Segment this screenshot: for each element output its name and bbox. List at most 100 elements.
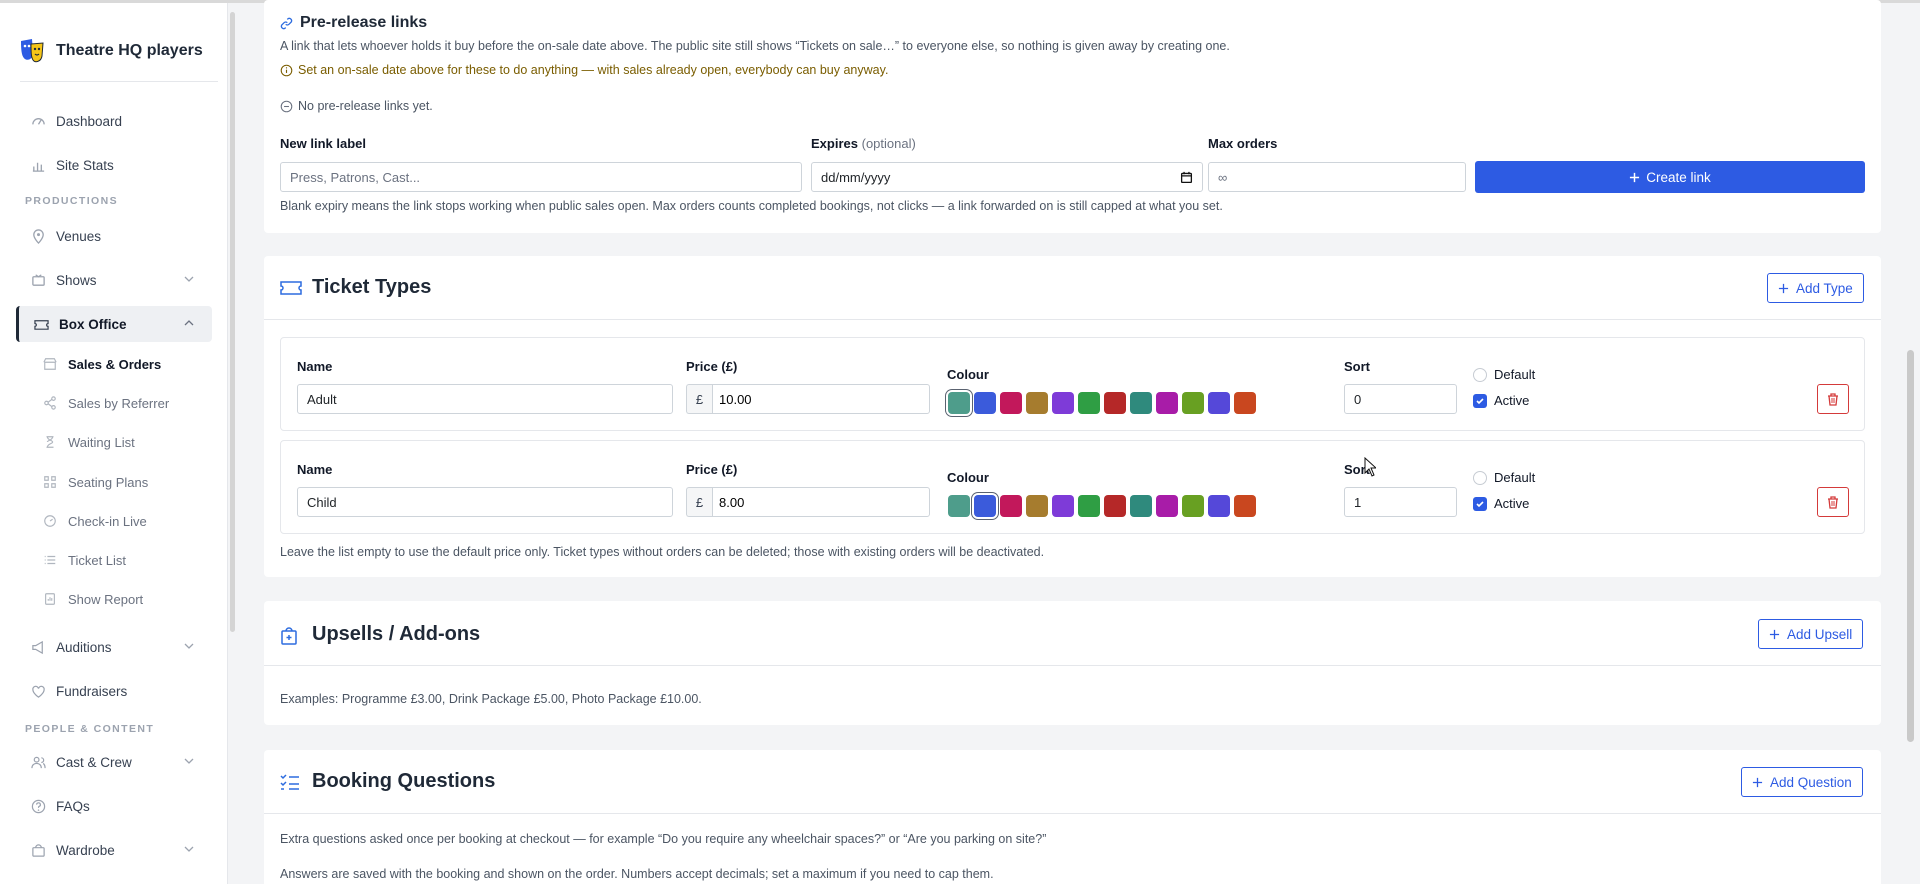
card-divider <box>264 665 1881 666</box>
plus-icon <box>1630 172 1640 182</box>
colour-swatch[interactable] <box>1208 392 1230 414</box>
info-icon <box>280 64 293 76</box>
booking-questions-note: Answers are saved with the booking and s… <box>280 867 994 881</box>
colour-swatch[interactable] <box>974 495 996 517</box>
colour-swatch[interactable] <box>1026 392 1048 414</box>
expires-date-input[interactable]: dd/mm/yyyy <box>811 162 1203 192</box>
colour-swatch[interactable] <box>1052 495 1074 517</box>
sidebar-item-shows[interactable]: Shows <box>16 262 212 298</box>
colour-swatch[interactable] <box>1104 495 1126 517</box>
sidebar-item-venues[interactable]: Venues <box>16 218 212 254</box>
colour-swatch[interactable] <box>1130 392 1152 414</box>
colour-swatch[interactable] <box>1052 392 1074 414</box>
sidebar-item-cast-crew[interactable]: Cast & Crew <box>16 744 212 780</box>
prerelease-warning: Set an on-sale date above for these to d… <box>280 63 888 77</box>
ticket-name-input[interactable] <box>297 384 673 414</box>
colour-swatch[interactable] <box>1156 392 1178 414</box>
checklist-icon <box>280 771 302 793</box>
colour-swatch[interactable] <box>1130 495 1152 517</box>
colour-swatch[interactable] <box>1234 495 1256 517</box>
hourglass-icon <box>42 434 58 450</box>
brand[interactable]: Theatre HQ players <box>18 37 203 65</box>
checkbox-checked[interactable] <box>1473 393 1487 408</box>
sidebar: Theatre HQ players Dashboard Site Stats … <box>0 3 228 884</box>
sort-input[interactable] <box>1344 384 1457 414</box>
max-orders-label: Max orders <box>1208 136 1278 151</box>
sidebar-subitem-check-in-live[interactable]: Check-in Live <box>42 507 147 535</box>
add-upsell-button[interactable]: Add Upsell <box>1758 619 1864 649</box>
add-upsell-label: Add Upsell <box>1787 626 1853 642</box>
ticket-price-input[interactable] <box>712 487 930 517</box>
create-link-label: Create link <box>1646 169 1711 185</box>
page-scrollbar[interactable] <box>1907 350 1914 742</box>
sort-input[interactable] <box>1344 487 1457 517</box>
colour-swatch[interactable] <box>1208 495 1230 517</box>
colour-swatch[interactable] <box>1156 495 1178 517</box>
ticket-price-input[interactable] <box>712 384 930 414</box>
active-checkbox[interactable]: Active <box>1473 496 1529 511</box>
colour-swatch[interactable] <box>974 392 996 414</box>
sidebar-item-site-stats[interactable]: Site Stats <box>16 147 212 183</box>
sidebar-scrollbar[interactable] <box>230 12 235 632</box>
colour-swatch[interactable] <box>1026 495 1048 517</box>
radio-circle[interactable] <box>1473 470 1487 485</box>
colour-swatch[interactable] <box>1078 392 1100 414</box>
colour-swatch[interactable] <box>1000 495 1022 517</box>
plus-icon <box>1778 283 1789 293</box>
prerelease-card: Pre-release links A link that lets whoev… <box>264 0 1881 233</box>
list-icon <box>42 552 58 568</box>
prerelease-heading: Pre-release links <box>280 14 427 32</box>
sidebar-item-dashboard[interactable]: Dashboard <box>16 103 212 139</box>
sidebar-subitem-ticket-list[interactable]: Ticket List <box>42 546 126 574</box>
default-radio[interactable]: Default <box>1473 470 1535 485</box>
colour-swatch[interactable] <box>1000 392 1022 414</box>
calendar-icon[interactable] <box>1180 171 1193 184</box>
upsells-title: Upsells / Add-ons <box>312 623 481 645</box>
sidebar-subitem-waiting-list[interactable]: Waiting List <box>42 428 135 456</box>
add-question-button[interactable]: Add Question <box>1741 767 1863 797</box>
sidebar-item-faqs[interactable]: FAQs <box>16 788 212 824</box>
stats-icon <box>30 157 46 173</box>
ticket-name-input[interactable] <box>297 487 673 517</box>
shows-icon <box>30 272 46 288</box>
sidebar-subitem-sales-orders[interactable]: Sales & Orders <box>42 350 161 378</box>
price-label: Price (£) <box>686 462 738 477</box>
section-people-content: PEOPLE & CONTENT <box>25 723 155 735</box>
add-type-button[interactable]: Add Type <box>1767 273 1864 303</box>
max-orders-input[interactable] <box>1208 162 1466 192</box>
checkbox-checked[interactable] <box>1473 496 1487 511</box>
default-radio[interactable]: Default <box>1473 367 1535 382</box>
brand-name: Theatre HQ players <box>56 42 203 59</box>
create-link-button[interactable]: Create link <box>1475 161 1865 193</box>
sidebar-subitem-show-report[interactable]: Show Report <box>42 585 143 613</box>
new-link-label-heading: New link label <box>280 136 366 151</box>
sidebar-item-box-office[interactable]: Box Office <box>16 306 212 342</box>
radio-circle[interactable] <box>1473 367 1487 382</box>
colour-swatch[interactable] <box>1234 392 1256 414</box>
check-icon <box>1476 397 1484 404</box>
colour-swatch[interactable] <box>1078 495 1100 517</box>
sidebar-subitem-seating-plans[interactable]: Seating Plans <box>42 468 148 496</box>
sidebar-item-fundraisers[interactable]: Fundraisers <box>16 673 212 709</box>
text-cursor-icon <box>1364 457 1376 477</box>
ticket-types-card: Ticket Types Add Type Name Price (£) £ C… <box>264 256 1881 577</box>
active-checkbox[interactable]: Active <box>1473 393 1529 408</box>
sidebar-subitem-sales-by-referrer[interactable]: Sales by Referrer <box>42 389 169 417</box>
colour-swatch[interactable] <box>1182 392 1204 414</box>
subitem-label: Check-in Live <box>68 513 147 529</box>
delete-type-button[interactable] <box>1817 487 1849 517</box>
add-type-label: Add Type <box>1796 280 1853 296</box>
sidebar-item-wardrobe[interactable]: Wardrobe <box>16 832 212 868</box>
colour-swatch[interactable] <box>1182 495 1204 517</box>
price-input-group: £ <box>686 487 930 517</box>
sidebar-item-auditions[interactable]: Auditions <box>16 629 212 665</box>
colour-swatch[interactable] <box>948 392 970 414</box>
upsells-heading: Upsells / Add-ons <box>280 623 480 646</box>
delete-type-button[interactable] <box>1817 384 1849 414</box>
colour-swatch[interactable] <box>948 495 970 517</box>
expires-placeholder: dd/mm/yyyy <box>821 169 891 185</box>
link-label-input[interactable] <box>280 162 802 192</box>
link-icon <box>280 16 294 30</box>
colour-swatch[interactable] <box>1104 392 1126 414</box>
prerelease-empty: No pre-release links yet. <box>280 99 433 113</box>
